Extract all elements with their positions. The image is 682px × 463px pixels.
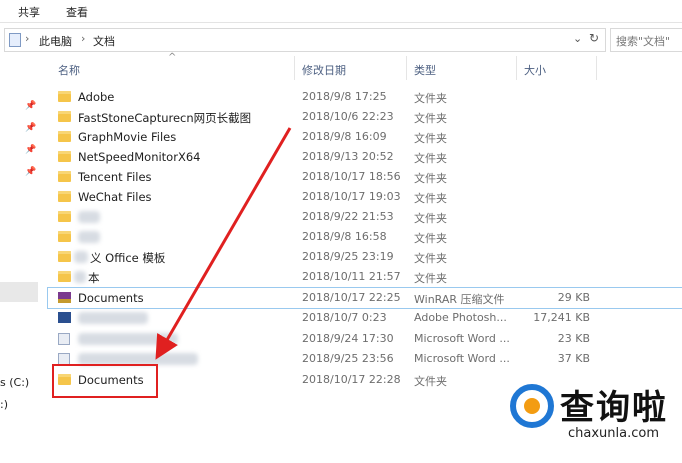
- watermark-url: chaxunla.com: [568, 426, 659, 441]
- arrow-line: [155, 127, 292, 360]
- watermark-brand: 查询啦: [560, 388, 668, 428]
- watermark-logo: 查询啦 chaxunla.com: [510, 380, 682, 463]
- logo-dot-icon: [524, 398, 540, 414]
